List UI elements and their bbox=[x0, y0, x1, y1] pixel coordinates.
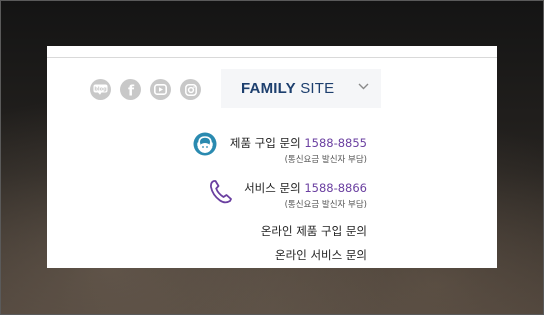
family-site-dropdown[interactable]: FAMILY SITE bbox=[221, 69, 381, 108]
contact-line: 서비스 문의 1588-8866 bbox=[244, 181, 367, 195]
contact-note: (통신요금 발신자 부담) bbox=[284, 200, 367, 210]
family-site-label: FAMILY SITE bbox=[241, 80, 335, 97]
contact-line: 제품 구입 문의 1588-8855 bbox=[229, 136, 367, 150]
youtube-link[interactable] bbox=[150, 79, 171, 100]
instagram-link[interactable] bbox=[180, 79, 201, 100]
phone-number[interactable]: 1588-8855 bbox=[304, 136, 367, 150]
contact-note: (통신요금 발신자 부담) bbox=[284, 155, 367, 165]
blog-link[interactable]: blog bbox=[90, 79, 111, 100]
contact-service-inquiry: 서비스 문의 1588-8866 (통신요금 발신자 부담) bbox=[244, 180, 367, 211]
facebook-link[interactable]: f bbox=[120, 79, 141, 100]
blog-icon: blog bbox=[93, 84, 108, 95]
svg-text:blog: blog bbox=[94, 87, 107, 93]
phone-number[interactable]: 1588-8866 bbox=[304, 181, 367, 195]
chevron-down-icon bbox=[358, 83, 369, 90]
instagram-icon bbox=[184, 83, 197, 96]
svg-text:f: f bbox=[127, 83, 134, 97]
online-product-inquiry-link[interactable]: 온라인 제품 구입 문의 bbox=[261, 223, 367, 239]
footer-panel: blog f FAMILY SITE 제품 구입 문의 1588-8855 (통… bbox=[47, 46, 497, 268]
contact-product-inquiry: 제품 구입 문의 1588-8855 (통신요금 발신자 부담) bbox=[230, 135, 367, 166]
social-links: blog f bbox=[90, 79, 201, 100]
facebook-icon: f bbox=[127, 83, 134, 97]
youtube-icon bbox=[154, 84, 167, 95]
headset-agent-icon bbox=[193, 132, 217, 156]
phone-icon bbox=[210, 180, 232, 204]
online-service-inquiry-link[interactable]: 온라인 서비스 문의 bbox=[275, 247, 367, 263]
divider bbox=[47, 57, 497, 58]
